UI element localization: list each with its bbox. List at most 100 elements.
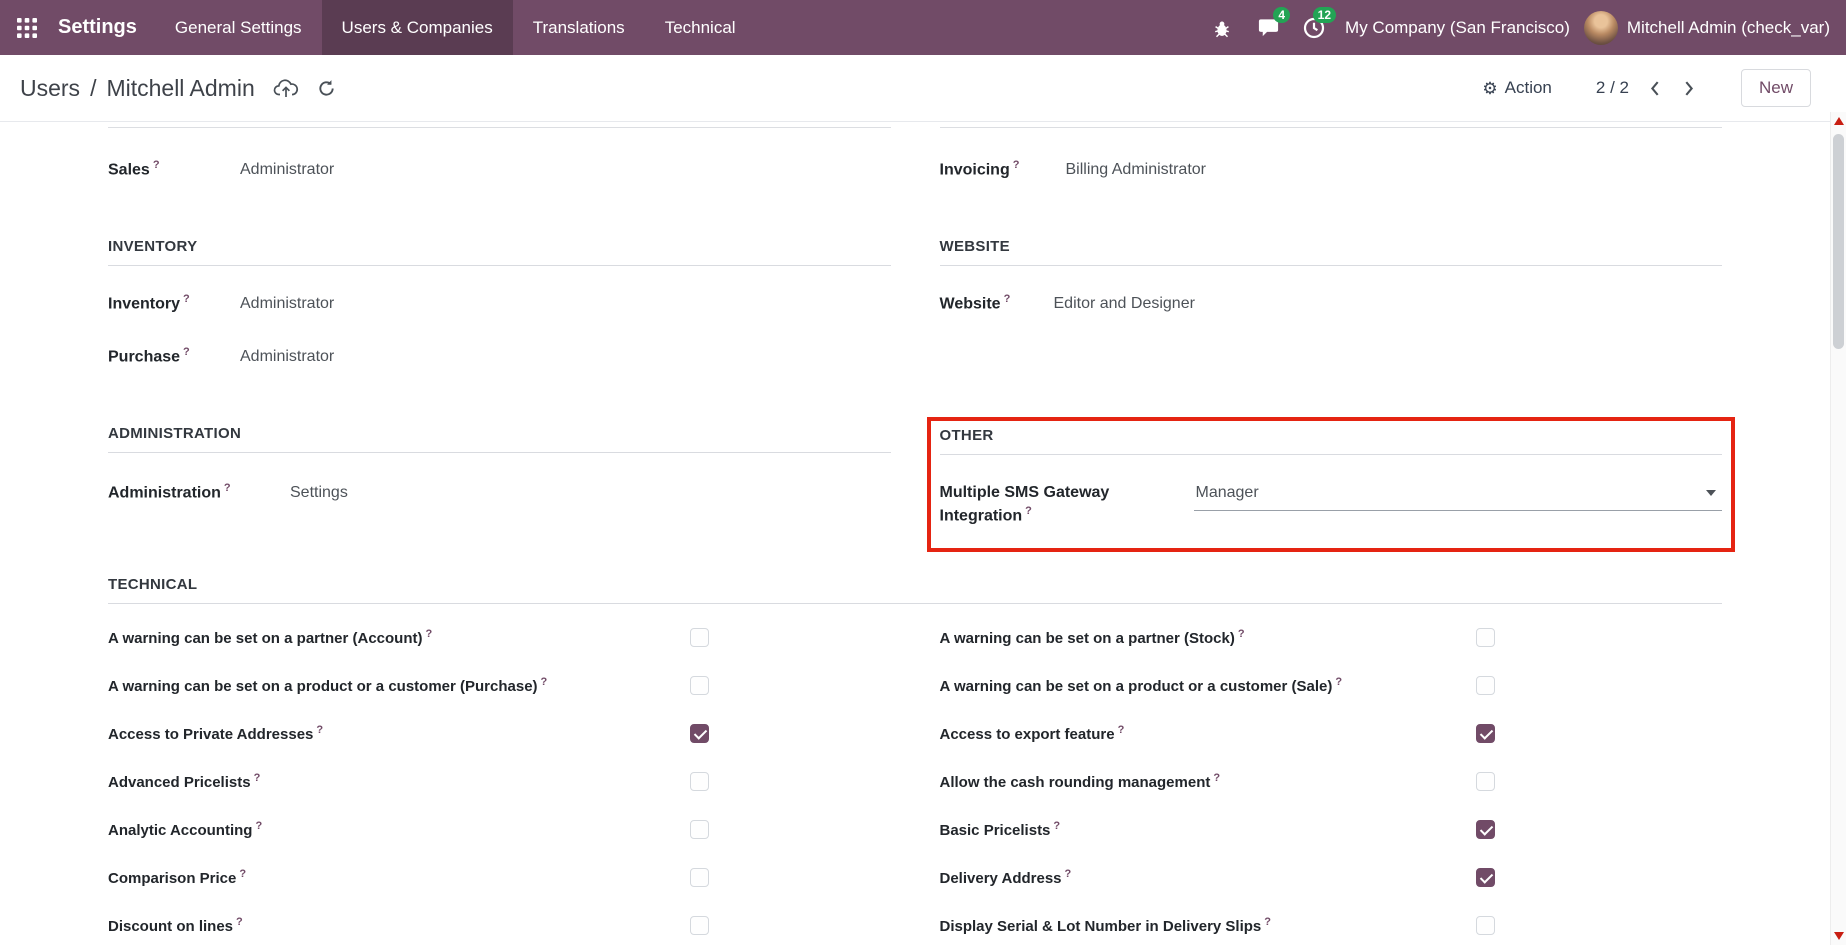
technical-row: Access to export feature?: [940, 710, 1723, 758]
checkbox[interactable]: [1476, 628, 1495, 647]
top-navbar: Settings General SettingsUsers & Compani…: [0, 0, 1846, 55]
new-button[interactable]: New: [1741, 69, 1811, 107]
topbar-right: 4 12 My Company (San Francisco) Mitchell…: [1199, 0, 1846, 55]
other-group: OTHER Multiple SMS Gateway Integration? …: [940, 427, 1723, 528]
help-icon[interactable]: ?: [254, 772, 261, 784]
sms-gateway-dropdown[interactable]: Manager: [1194, 484, 1723, 511]
field-value-purchase[interactable]: Administrator: [240, 348, 891, 366]
checkbox-label: Display Serial & Lot Number in Delivery …: [940, 916, 1476, 935]
technical-row: Display Serial & Lot Number in Delivery …: [940, 902, 1723, 945]
field-label-invoicing: Invoicing?: [940, 158, 1066, 182]
field-value-sales[interactable]: Administrator: [240, 161, 891, 179]
help-icon[interactable]: ?: [239, 868, 246, 880]
help-icon[interactable]: ?: [183, 346, 190, 358]
pager-counter: 2 / 2: [1596, 78, 1629, 98]
menu-item-general-settings[interactable]: General Settings: [155, 0, 322, 55]
bug-icon: [1211, 17, 1233, 39]
help-icon[interactable]: ?: [1118, 724, 1125, 736]
field-value-administration[interactable]: Settings: [290, 484, 891, 502]
field-purchase: Purchase? Administrator: [108, 345, 891, 369]
field-label-administration: Administration?: [108, 481, 290, 505]
menu-item-translations[interactable]: Translations: [513, 0, 645, 55]
help-icon[interactable]: ?: [541, 676, 548, 688]
messages-badge: 4: [1273, 7, 1290, 23]
menu-item-users-companies[interactable]: Users & Companies: [322, 0, 513, 55]
field-label-sales: Sales?: [108, 158, 240, 182]
field-sms-gateway: Multiple SMS Gateway Integration? Manage…: [940, 481, 1723, 528]
checkbox-label: Advanced Pricelists?: [108, 772, 690, 791]
checkbox[interactable]: [690, 628, 709, 647]
help-icon[interactable]: ?: [316, 724, 323, 736]
help-icon[interactable]: ?: [1025, 505, 1032, 517]
field-invoicing: Invoicing? Billing Administrator: [940, 158, 1723, 182]
technical-row: A warning can be set on a product or a c…: [108, 662, 891, 710]
apps-grid-icon: [17, 18, 37, 38]
menu-item-technical[interactable]: Technical: [645, 0, 756, 55]
checkbox[interactable]: [1476, 916, 1495, 935]
scrollbar-down-arrow[interactable]: [1834, 932, 1844, 940]
help-icon[interactable]: ?: [236, 916, 243, 928]
checkbox[interactable]: [690, 868, 709, 887]
field-value-invoicing[interactable]: Billing Administrator: [1066, 161, 1723, 179]
checkbox[interactable]: [1476, 868, 1495, 887]
help-icon[interactable]: ?: [224, 482, 231, 494]
chevron-right-icon: [1684, 80, 1695, 97]
chevron-left-icon: [1649, 80, 1660, 97]
help-icon[interactable]: ?: [1065, 868, 1072, 880]
help-icon[interactable]: ?: [1213, 772, 1220, 784]
help-icon[interactable]: ?: [153, 159, 160, 171]
section-other: OTHER: [940, 427, 1723, 455]
messages-button[interactable]: 4: [1245, 0, 1291, 55]
technical-row: Allow the cash rounding management?: [940, 758, 1723, 806]
action-label: Action: [1505, 78, 1552, 98]
breadcrumb-users-link[interactable]: Users: [20, 75, 80, 102]
checkbox[interactable]: [1476, 676, 1495, 695]
field-website: Website? Editor and Designer: [940, 292, 1723, 316]
pager-next-button[interactable]: [1680, 76, 1699, 101]
user-avatar[interactable]: [1584, 11, 1618, 45]
company-switcher[interactable]: My Company (San Francisco): [1345, 18, 1570, 38]
help-icon[interactable]: ?: [1013, 159, 1020, 171]
action-menu-button[interactable]: ⚙ Action: [1482, 78, 1552, 98]
field-label-sms-gateway: Multiple SMS Gateway Integration?: [940, 481, 1194, 528]
checkbox[interactable]: [1476, 724, 1495, 743]
technical-row: Comparison Price?: [108, 854, 891, 902]
help-icon[interactable]: ?: [1238, 628, 1245, 640]
field-value-website[interactable]: Editor and Designer: [1054, 295, 1723, 313]
checkbox[interactable]: [690, 724, 709, 743]
help-icon[interactable]: ?: [1053, 820, 1060, 832]
apps-menu-button[interactable]: [0, 0, 54, 55]
form-left-column: Sales? Administrator INVENTORY Inventory…: [108, 127, 891, 504]
checkbox[interactable]: [690, 676, 709, 695]
technical-grid: A warning can be set on a partner (Accou…: [108, 614, 1722, 945]
checkbox[interactable]: [690, 820, 709, 839]
checkbox[interactable]: [690, 772, 709, 791]
checkbox[interactable]: [690, 916, 709, 935]
help-icon[interactable]: ?: [1004, 293, 1011, 305]
help-icon[interactable]: ?: [1335, 676, 1342, 688]
help-icon[interactable]: ?: [255, 820, 262, 832]
refresh-icon[interactable]: [317, 79, 336, 98]
form-right-column: Invoicing? Billing Administrator WEBSITE…: [940, 127, 1723, 528]
technical-row: A warning can be set on a partner (Stock…: [940, 614, 1723, 662]
scrollbar[interactable]: [1830, 112, 1846, 945]
activities-button[interactable]: 12: [1291, 0, 1337, 55]
app-name[interactable]: Settings: [54, 0, 155, 55]
help-icon[interactable]: ?: [426, 628, 433, 640]
user-menu[interactable]: Mitchell Admin (check_var): [1627, 18, 1830, 38]
technical-row: Access to Private Addresses?: [108, 710, 891, 758]
debug-button[interactable]: [1199, 0, 1245, 55]
technical-row: Advanced Pricelists?: [108, 758, 891, 806]
cloud-save-icon[interactable]: [273, 78, 299, 98]
help-icon[interactable]: ?: [183, 293, 190, 305]
checkbox[interactable]: [1476, 820, 1495, 839]
section-technical: TECHNICAL: [108, 576, 1722, 604]
checkbox-label: Comparison Price?: [108, 868, 690, 887]
help-icon[interactable]: ?: [1264, 916, 1271, 928]
pager-previous-button[interactable]: [1645, 76, 1664, 101]
field-value-inventory[interactable]: Administrator: [240, 295, 891, 313]
checkbox[interactable]: [1476, 772, 1495, 791]
scrollbar-thumb[interactable]: [1833, 134, 1844, 349]
scrollbar-up-arrow[interactable]: [1834, 117, 1844, 125]
sms-gateway-value: Manager: [1196, 484, 1259, 502]
